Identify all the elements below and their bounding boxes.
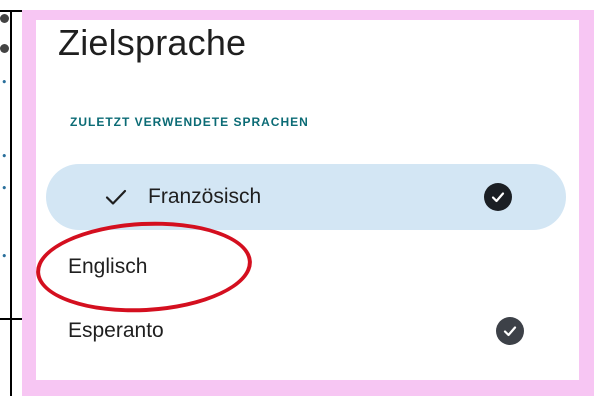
language-label: Esperanto [68, 319, 164, 342]
language-label: Französisch [148, 185, 262, 208]
language-item-franzoesisch[interactable]: Französisch [46, 164, 566, 230]
check-circle-icon [496, 317, 524, 345]
background-mark: • [1, 250, 8, 263]
background-mark: • [1, 150, 8, 163]
checkmark-icon [105, 189, 127, 205]
recent-languages-header: ZULETZT VERWENDETE SPRACHEN [70, 115, 309, 129]
background-icon [0, 44, 9, 53]
target-language-sheet: Zielsprache ZULETZT VERWENDETE SPRACHEN … [36, 20, 579, 380]
sheet-title: Zielsprache [58, 22, 247, 63]
check-circle-icon [484, 183, 512, 211]
background-divider [10, 10, 12, 396]
background-mark: • [1, 182, 8, 195]
background-mark: • [1, 76, 8, 89]
background-icon [0, 14, 9, 23]
